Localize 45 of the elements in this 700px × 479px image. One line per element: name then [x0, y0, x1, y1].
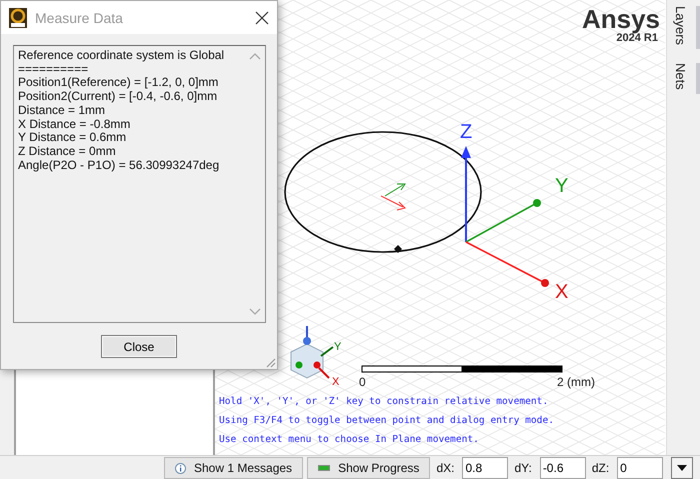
scroll-up-icon [249, 52, 261, 60]
result-text: X Distance = -0.8mm [18, 118, 132, 132]
version-label: 2024 R1 [616, 32, 658, 44]
result-text: Distance = 1mm [18, 104, 106, 118]
messages-button[interactable]: Show 1 Messages [164, 457, 304, 479]
hint-text: Hold 'X', 'Y', or 'Z' key to constrain relative movement. [219, 395, 550, 409]
resize-grip-icon [264, 356, 276, 368]
triad-y-label: Y [334, 341, 342, 353]
scale-label: 2 (mm) [557, 375, 595, 389]
scroll-down-icon [249, 308, 261, 316]
x-axis-label: X [555, 281, 568, 303]
logo-text: Ansys [582, 6, 660, 32]
scale-label: 0 [359, 375, 366, 389]
field-label: dZ: [592, 461, 610, 475]
caret-icon [677, 465, 688, 471]
hint-text: Use context menu to choose In Plane movement. [219, 433, 480, 447]
dropdown-button[interactable] [671, 457, 694, 479]
result-text: Reference coordinate system is Global [18, 49, 226, 63]
result-text: Y Distance = 0.6mm [18, 131, 128, 145]
field-label: dX: [436, 461, 454, 475]
z-axis-label: Z [460, 121, 472, 143]
dialog-title: Measure Data [35, 10, 124, 26]
info-icon [175, 462, 186, 474]
result-text: Angle(P2O - P1O) = 56.30993247deg [18, 158, 220, 172]
result-text: Z Distance = 0mm [18, 144, 117, 159]
input-field[interactable]: 0.8 [462, 457, 508, 479]
diamond-marker [394, 245, 402, 253]
arrow-icon [380, 196, 406, 210]
app-icon [9, 8, 27, 28]
axis-triad-drawing [290, 326, 334, 379]
triad-x-label: X [332, 376, 340, 388]
result-text: Position2(Current) = [-0.4, -0.6, 0]mm [18, 90, 218, 104]
result-text: ========== [18, 62, 90, 76]
close-button[interactable]: Close [101, 335, 177, 358]
field-label: dY: [514, 461, 532, 475]
progress-button[interactable]: Show Progress [307, 457, 430, 479]
arrow-icon [384, 184, 406, 196]
y-axis-label: Y [555, 175, 568, 197]
close-icon[interactable] [255, 10, 269, 24]
progress-icon [318, 465, 330, 471]
input-field[interactable]: -0.6 [540, 457, 586, 479]
input-field[interactable]: 0 [617, 457, 664, 479]
text-area[interactable] [13, 45, 266, 323]
hint-text: Using F3/F4 to toggle between point and dialog entry mode. [219, 414, 556, 428]
result-text: Position1(Reference) = [-1.2, 0, 0]mm [18, 76, 220, 90]
